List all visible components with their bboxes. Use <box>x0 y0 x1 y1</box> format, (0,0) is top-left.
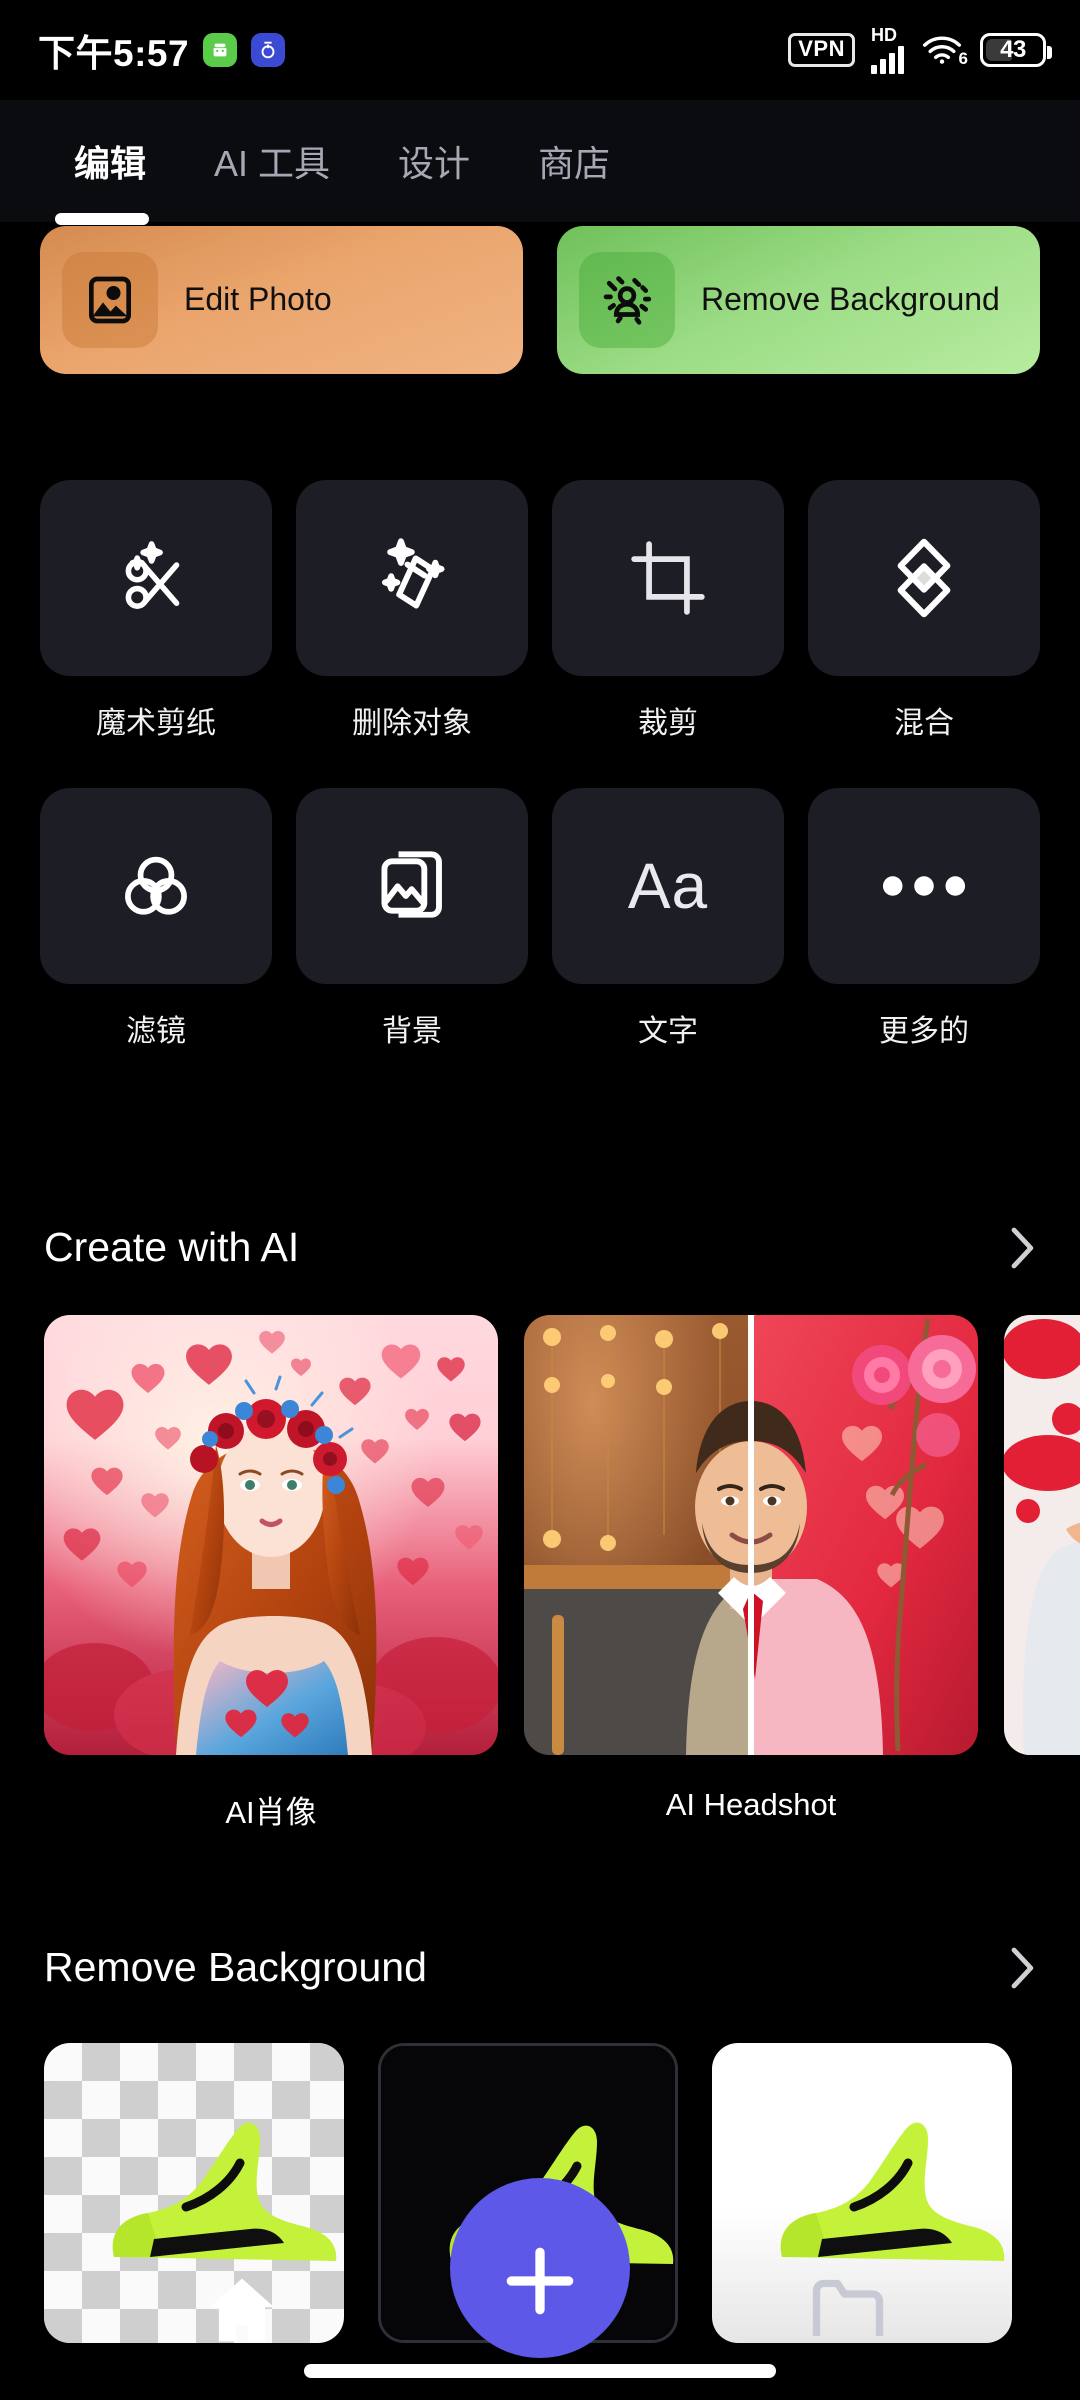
plus-icon <box>506 2247 574 2315</box>
scroll-content: Edit Photo Remove Background 魔术剪纸 删除对象 裁… <box>0 222 1080 2400</box>
tool-tile[interactable] <box>296 480 528 676</box>
ai-portrait-woman-hearts[interactable] <box>44 1315 498 1755</box>
ai-headshot-man-split[interactable] <box>524 1315 978 1755</box>
app-screen: 下午5:57 VPN HD 6 43 编辑 AI 工具 设计 商店 Edit P… <box>0 0 1080 2400</box>
chevron-right-icon[interactable] <box>1010 1226 1036 1270</box>
active-tab-indicator <box>55 213 149 225</box>
tool-more[interactable]: 更多的 <box>808 788 1040 1050</box>
nav-create-button[interactable] <box>450 2178 630 2358</box>
remove-background-header: Remove Background <box>0 1944 1080 1991</box>
blend-diamond-icon <box>897 538 951 618</box>
status-bar: 下午5:57 VPN HD 6 43 <box>0 0 1080 100</box>
ai-card-caption: AI Headshot <box>665 1787 837 1822</box>
tab-ai-tools[interactable]: AI 工具 <box>180 135 364 187</box>
tool-label: 更多的 <box>879 1015 969 1048</box>
status-bar-right: VPN HD 6 43 <box>788 26 1052 74</box>
android-badge-icon <box>203 33 238 67</box>
tool-blend[interactable]: 混合 <box>808 480 1040 742</box>
photo-icon <box>62 252 158 348</box>
ai-card-caption: AI肖像 <box>225 1795 317 1830</box>
ai-card[interactable] <box>1004 1315 1080 1832</box>
hero-card-row: Edit Photo Remove Background <box>0 226 1080 374</box>
tool-filters[interactable]: 滤镜 <box>40 788 272 1050</box>
clock-badge-icon <box>251 33 286 67</box>
create-with-ai-section: Create with AI AI肖像 AI Headshot <box>0 1224 1080 1832</box>
ai-card[interactable]: AI肖像 <box>44 1315 498 1832</box>
tab-store[interactable]: 商店 <box>504 135 644 187</box>
ai-card[interactable]: AI Headshot <box>524 1315 978 1832</box>
home-indicator <box>304 2364 776 2378</box>
tool-grid-row-1: 魔术剪纸 删除对象 裁剪 混合 <box>40 480 1040 742</box>
edit-photo-label: Edit Photo <box>184 281 332 318</box>
tool-text[interactable]: Aa 文字 <box>552 788 784 1050</box>
battery-percent-label: 43 <box>1000 36 1026 63</box>
status-time: 下午5:57 <box>38 33 190 74</box>
nav-home-button[interactable] <box>200 2268 284 2352</box>
tool-grid: 魔术剪纸 删除对象 裁剪 混合 滤镜 背景 Aa 文字 更多的 <box>0 480 1080 1096</box>
tool-tile[interactable] <box>552 480 784 676</box>
magic-scissors-icon <box>125 541 180 609</box>
tool-background[interactable]: 背景 <box>296 788 528 1050</box>
eraser-sparkle-icon <box>381 538 445 609</box>
section-title: Remove Background <box>44 1944 427 1990</box>
chevron-right-icon[interactable] <box>1010 1946 1036 1990</box>
vpn-icon: VPN <box>788 33 855 67</box>
tab-edit[interactable]: 编辑 <box>40 135 180 187</box>
wifi-generation-label: 6 <box>958 49 968 68</box>
tool-magic-cutout[interactable]: 魔术剪纸 <box>40 480 272 742</box>
tool-remove-object[interactable]: 删除对象 <box>296 480 528 742</box>
tool-label: 滤镜 <box>126 1015 186 1048</box>
nav-projects-button[interactable] <box>806 2266 890 2350</box>
tool-label: 背景 <box>382 1015 442 1048</box>
more-dots-icon <box>882 876 966 896</box>
tool-crop[interactable]: 裁剪 <box>552 480 784 742</box>
folder-icon <box>812 2279 884 2336</box>
crop-icon <box>631 541 705 615</box>
home-icon <box>209 2278 275 2342</box>
status-bar-left: 下午5:57 <box>38 23 286 77</box>
remove-background-label: Remove Background <box>701 281 1000 318</box>
create-with-ai-carousel[interactable]: AI肖像 AI Headshot <box>0 1315 1080 1832</box>
wifi-icon: 6 <box>920 33 968 68</box>
ai-rose-petals-partial[interactable] <box>1004 1315 1080 1755</box>
tab-design[interactable]: 设计 <box>364 135 504 187</box>
tool-tile[interactable]: Aa <box>552 788 784 984</box>
remove-background-card[interactable]: Remove Background <box>557 226 1040 374</box>
tool-label: 裁剪 <box>638 707 698 740</box>
top-tab-bar: 编辑 AI 工具 设计 商店 <box>0 100 1080 222</box>
tool-tile[interactable] <box>40 788 272 984</box>
tool-label: 删除对象 <box>352 707 472 740</box>
filter-circles-icon <box>125 856 187 915</box>
section-title: Create with AI <box>44 1224 300 1270</box>
tool-tile[interactable] <box>40 480 272 676</box>
bottom-nav-bar <box>0 2178 1080 2400</box>
tool-tile[interactable] <box>808 480 1040 676</box>
tool-label: 文字 <box>638 1015 698 1048</box>
tool-tile[interactable] <box>296 788 528 984</box>
tool-grid-row-2: 滤镜 背景 Aa 文字 更多的 <box>40 788 1040 1050</box>
battery-icon: 43 <box>980 33 1052 67</box>
background-image-icon <box>381 851 442 918</box>
person-sparkle-icon <box>579 252 675 348</box>
tool-tile[interactable] <box>808 788 1040 984</box>
cellular-signal-icon: HD <box>871 26 904 74</box>
text-aa-icon: Aa <box>627 850 709 922</box>
edit-photo-card[interactable]: Edit Photo <box>40 226 523 374</box>
tool-label: 魔术剪纸 <box>96 707 216 740</box>
create-with-ai-header: Create with AI <box>0 1224 1080 1271</box>
tool-label: 混合 <box>894 707 954 740</box>
